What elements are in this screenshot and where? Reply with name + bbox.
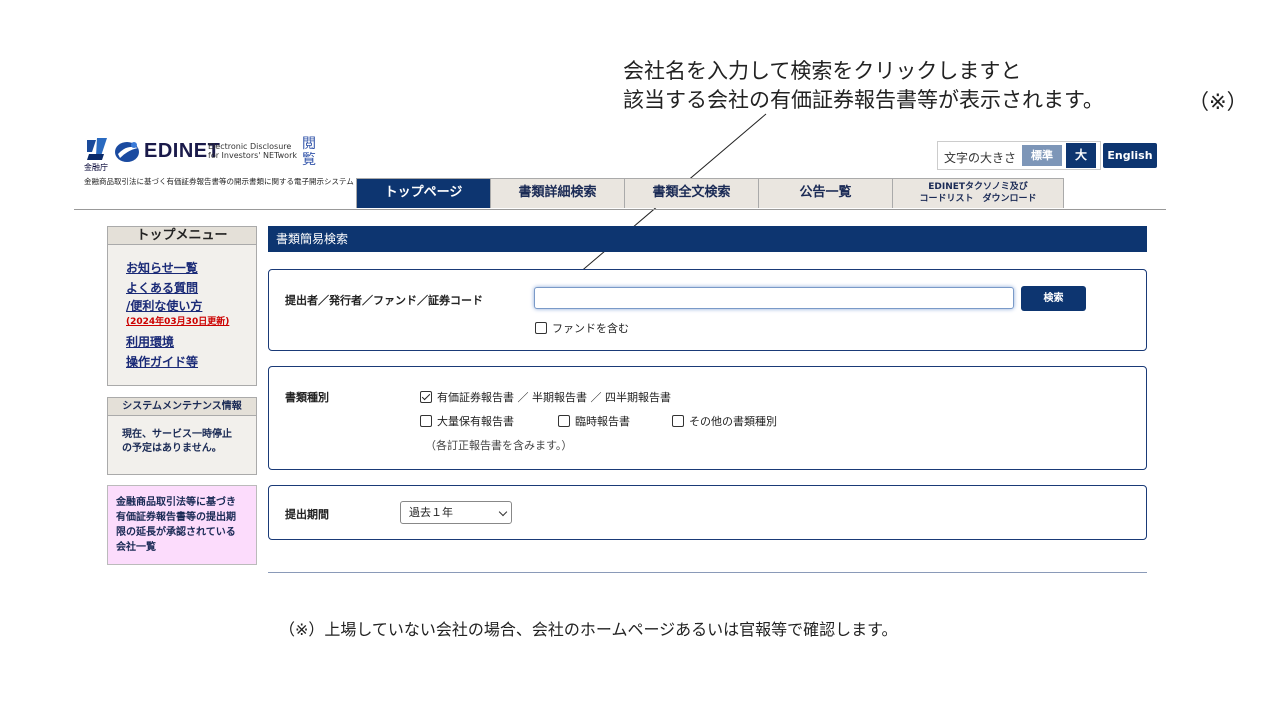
deadline-line-2: 有価証券報告書等の提出期	[116, 512, 236, 523]
tab-fulltext-search[interactable]: 書類全文検索	[624, 178, 759, 208]
deadline-line-3: 限の延長が承認されている	[116, 527, 236, 538]
doc-type-extraordinary-box[interactable]	[558, 415, 570, 427]
edinet-subtitle-line-2: for Investors' NETwork	[208, 151, 297, 160]
maintenance-title: システムメンテナンス情報	[108, 398, 256, 416]
doc-type-securities-box[interactable]	[420, 391, 432, 403]
include-fund-label: ファンドを含む	[552, 322, 629, 335]
doc-type-note: （各訂正報告書を含みます。）	[425, 439, 573, 452]
simple-search-header: 書類簡易検索	[268, 226, 1147, 252]
deadline-line-1: 金融商品取引法等に基づき	[116, 497, 236, 508]
doc-type-other-checkbox[interactable]: その他の書類種別	[672, 413, 777, 429]
top-menu-panel: トップメニュー お知らせ一覧 よくある質問 /便利な使い方 (2024年03月3…	[107, 226, 257, 386]
sidebar-link-guide[interactable]: 操作ガイド等	[126, 353, 256, 371]
sidebar-link-news[interactable]: お知らせ一覧	[126, 259, 256, 277]
tab-taxonomy-download[interactable]: EDINETタクソノミ及び コードリスト ダウンロード	[892, 178, 1064, 208]
doc-type-securities-label: 有価証券報告書 ／ 半期報告書 ／ 四半期報告書	[437, 391, 671, 404]
maintenance-line-1: 現在、サービス一時停止	[122, 429, 232, 440]
sidebar-link-environment[interactable]: 利用環境	[126, 333, 256, 351]
edinet-globe-icon	[115, 142, 139, 162]
doc-type-extraordinary-checkbox[interactable]: 臨時報告書	[558, 413, 630, 429]
edinet-subtitle: Electronic Disclosure for Investors' NET…	[208, 142, 297, 160]
deadline-extension-link[interactable]: 金融商品取引法等に基づき 有価証券報告書等の提出期 限の延長が承認されている 会…	[107, 485, 257, 565]
edinet-logo[interactable]: 金融庁 EDINET Electronic Disclosure for Inv…	[84, 136, 354, 188]
tab-notices[interactable]: 公告一覧	[758, 178, 893, 208]
period-panel: 提出期間 過去１年	[268, 485, 1147, 540]
doc-type-securities-checkbox[interactable]: 有価証券報告書 ／ 半期報告書 ／ 四半期報告書	[420, 389, 671, 405]
sidebar-link-faq[interactable]: よくある質問	[126, 279, 256, 297]
annotation-line-1: 会社名を入力して検索をクリックしますと	[623, 59, 1022, 83]
top-menu-title: トップメニュー	[108, 227, 256, 245]
doc-type-extraordinary-label: 臨時報告書	[575, 415, 630, 428]
english-button[interactable]: English	[1103, 143, 1157, 168]
tab-taxonomy-line-2: コードリスト ダウンロード	[919, 194, 1037, 204]
chevron-down-icon	[498, 507, 508, 517]
include-fund-box[interactable]	[535, 322, 547, 334]
doc-type-large-holding-checkbox[interactable]: 大量保有報告書	[420, 413, 514, 429]
main-nav: トップページ 書類詳細検索 書類全文検索 公告一覧 EDINETタクソノミ及び …	[356, 178, 1064, 208]
period-label: 提出期間	[285, 508, 329, 521]
tab-top-page[interactable]: トップページ	[356, 178, 491, 208]
font-size-label: 文字の大きさ	[944, 151, 1017, 165]
maintenance-panel: システムメンテナンス情報 現在、サービス一時停止 の予定はありません。	[107, 397, 257, 475]
etsuran-label: 閲覧	[302, 136, 316, 168]
doc-type-label: 書類種別	[285, 391, 329, 404]
fsa-agency-label: 金融庁	[84, 163, 108, 172]
search-label: 提出者／発行者／ファンド／証券コード	[285, 294, 483, 307]
annotation-callout: 会社名を入力して検索をクリックしますと 該当する会社の有価証券報告書等が表示され…	[623, 57, 1104, 115]
edinet-subtitle-line-1: Electronic Disclosure	[208, 142, 292, 151]
period-select[interactable]: 過去１年	[400, 501, 512, 524]
sidebar-faq-updated[interactable]: (2024年03月30日更新)	[126, 315, 256, 329]
font-size-standard-button[interactable]: 標準	[1022, 145, 1062, 166]
nav-divider	[74, 209, 1166, 210]
search-input[interactable]	[534, 287, 1014, 309]
maintenance-body: 現在、サービス一時停止 の予定はありません。	[108, 416, 256, 456]
include-fund-checkbox[interactable]: ファンドを含む	[535, 320, 629, 336]
font-size-large-button[interactable]: 大	[1066, 143, 1096, 168]
doc-type-panel: 書類種別 有価証券報告書 ／ 半期報告書 ／ 四半期報告書 大量保有報告書 臨時…	[268, 366, 1147, 470]
maintenance-line-2: の予定はありません。	[122, 443, 222, 454]
annotation-line-2: 該当する会社の有価証券報告書等が表示されます。	[623, 88, 1104, 112]
doc-type-large-holding-label: 大量保有報告書	[437, 415, 514, 428]
search-button[interactable]: 検索	[1021, 286, 1086, 311]
period-select-value: 過去１年	[409, 506, 453, 519]
edinet-description: 金融商品取引法に基づく有価証券報告書等の開示書類に関する電子開示システム	[84, 177, 354, 186]
annotation-footnote: （※）上場していない会社の場合、会社のホームページあるいは官報等で確認します。	[279, 620, 898, 639]
main-bottom-divider	[268, 572, 1147, 573]
tab-detailed-search[interactable]: 書類詳細検索	[490, 178, 625, 208]
tab-taxonomy-line-1: EDINETタクソノミ及び	[928, 182, 1028, 192]
search-panel: 提出者／発行者／ファンド／証券コード 検索 ファンドを含む	[268, 269, 1147, 351]
annotation-note-mark: （※）	[1188, 90, 1248, 114]
doc-type-large-holding-box[interactable]	[420, 415, 432, 427]
deadline-line-4: 会社一覧	[116, 542, 156, 553]
doc-type-other-label: その他の書類種別	[689, 415, 777, 428]
sidebar-link-tips[interactable]: /便利な使い方	[126, 297, 256, 315]
doc-type-other-box[interactable]	[672, 415, 684, 427]
